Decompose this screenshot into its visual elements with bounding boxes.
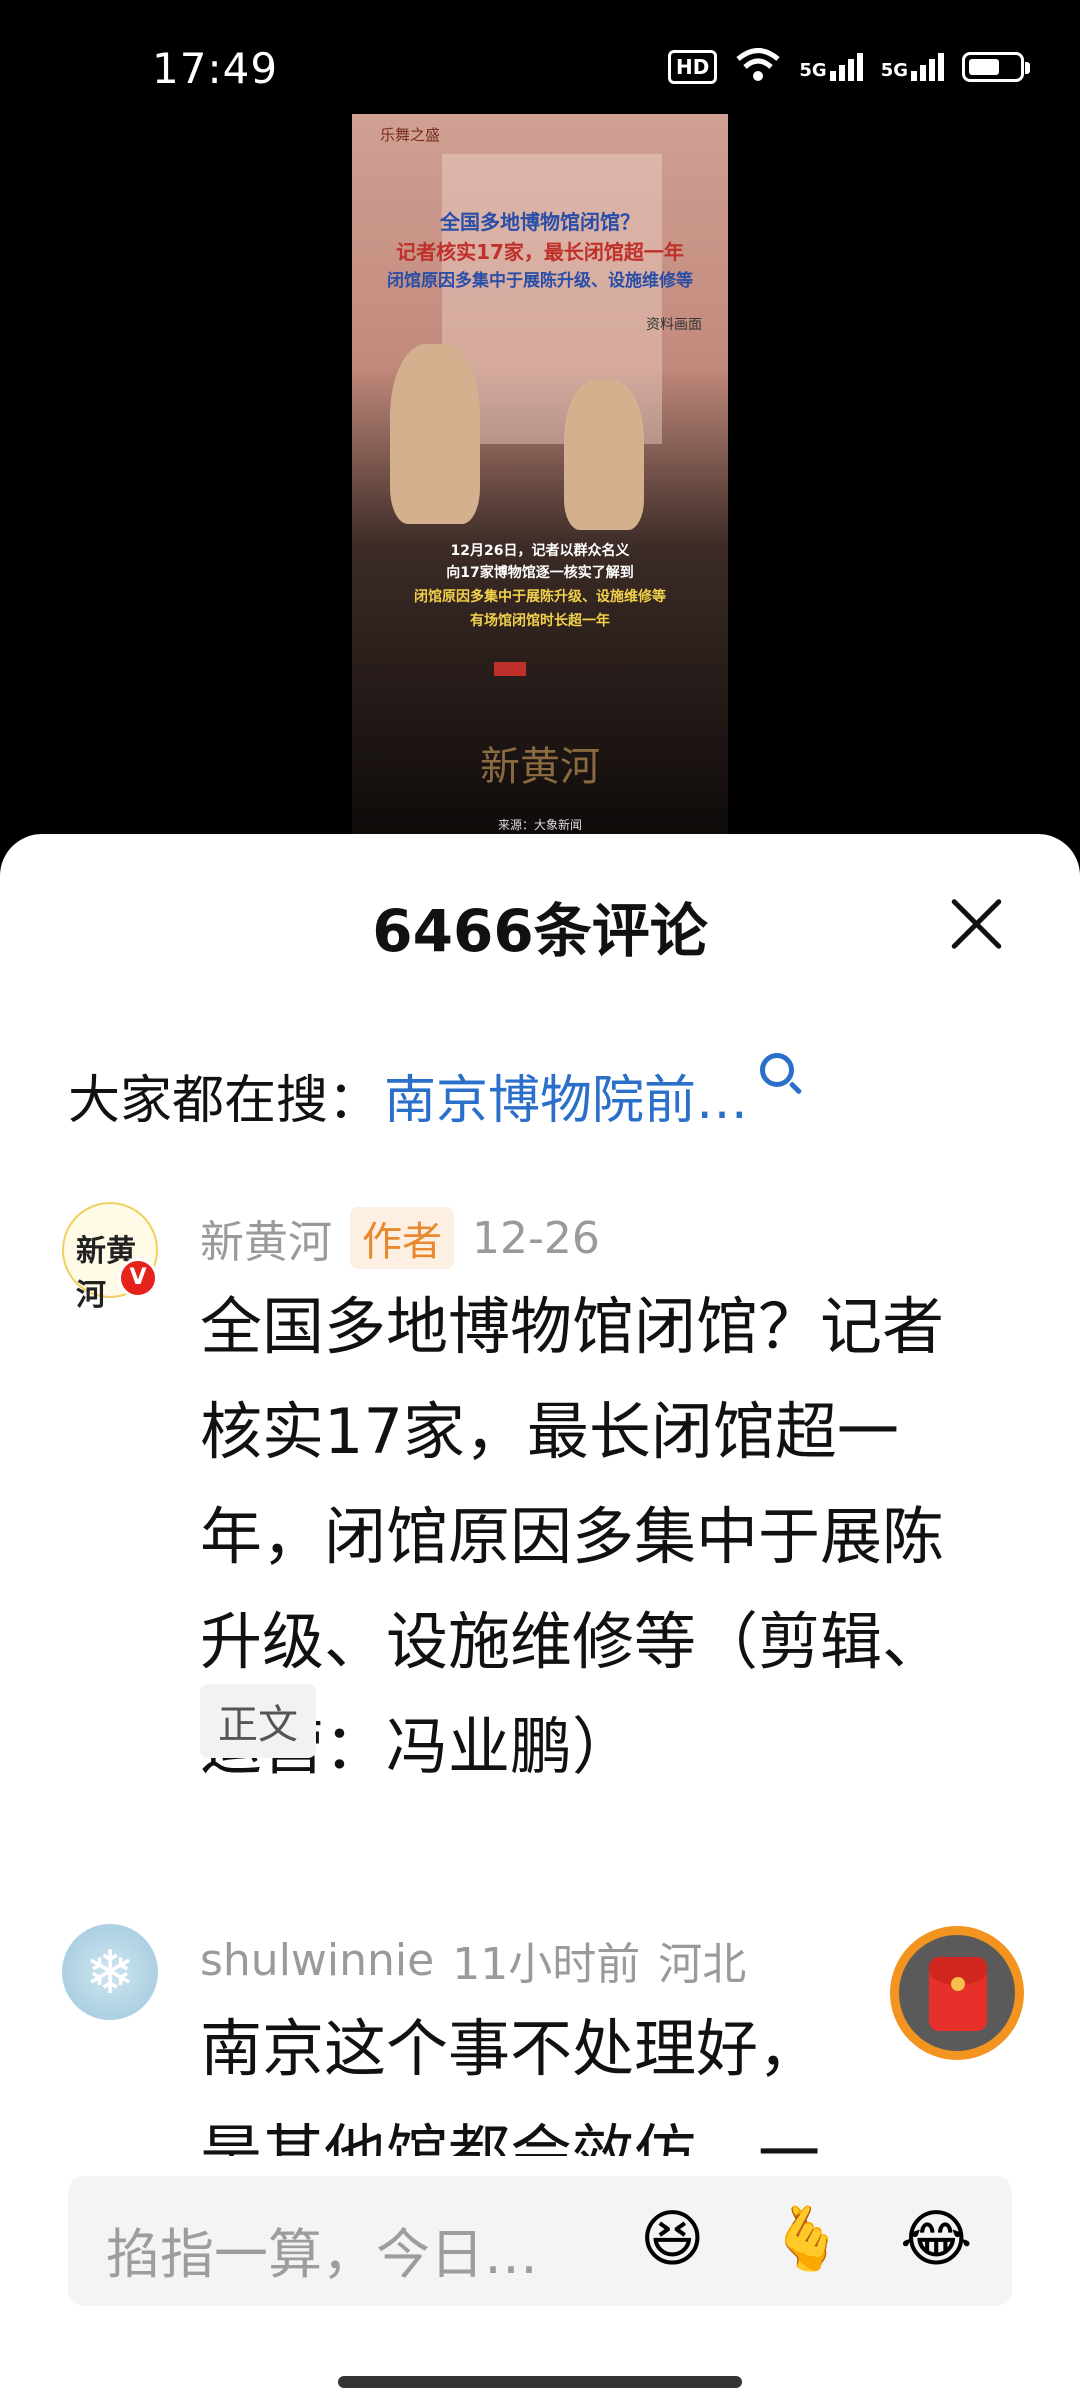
status-icons: HD 5G 5G [668, 48, 1030, 86]
video-title-line1: 全国多地博物馆闭馆？ [440, 210, 640, 234]
red-envelope-icon [929, 1957, 987, 2031]
figurine-left [390, 344, 480, 524]
trending-search-label: 大家都在搜： [68, 1071, 381, 1131]
comment-username[interactable]: shulwinnie [200, 1935, 434, 1986]
battery-icon [962, 52, 1030, 82]
video-source-note: 资料画面 [646, 317, 702, 333]
red-packet-button[interactable] [890, 1926, 1024, 2060]
figurine-right [564, 380, 644, 530]
comment-input[interactable]: 掐指一算，今日… 😆 🫰 😂 [68, 2176, 1012, 2306]
video-logo: 新黄河 [480, 744, 600, 790]
body-tag[interactable]: 正文 [200, 1684, 316, 1758]
comments-count-title: 6466条评论 [372, 897, 708, 965]
home-indicator[interactable] [338, 2376, 742, 2388]
comment-text[interactable]: 南京这个事不处理好，是其他馆都会效仿，一是 [200, 1996, 840, 2156]
comment-location: 河北 [658, 1939, 747, 1990]
tears-of-joy-emoji-icon[interactable]: 😂 [900, 2204, 972, 2274]
close-icon[interactable] [946, 894, 1006, 954]
avatar[interactable]: 新黄河 V [62, 1202, 158, 1313]
comment-date: 12-26 [472, 1212, 600, 1264]
wifi-icon [735, 48, 781, 86]
video-title-line3: 闭馆原因多集中于展陈升级、设施维修等 [387, 271, 693, 291]
laughing-emoji-icon[interactable]: 😆 [640, 2204, 705, 2274]
comments-sheet: 6466条评论 大家都在搜： 南京博物院前… 新黄河 V 新黄河 作者 12-2… [0, 834, 1080, 2400]
video-caption-line4: 有场馆闭馆时长超一年 [470, 613, 610, 629]
signal-5g-icon-2: 5G [881, 53, 944, 81]
avatar[interactable]: ❄ [62, 1924, 158, 2020]
author-badge: 作者 [350, 1207, 454, 1269]
comment-input-placeholder: 掐指一算，今日… [106, 2223, 538, 2286]
comment-username[interactable]: 新黄河 [200, 1206, 332, 1270]
video-caption-line1: 12月26日，记者以群众名义 [450, 543, 630, 559]
comment-meta: shulwinnie 11小时前 河北 [200, 1928, 746, 1992]
exhibit-plaque [494, 662, 526, 676]
comment-text[interactable]: 全国多地博物馆闭馆？记者核实17家，最长闭馆超一年，闭馆原因多集中于展陈升级、设… [200, 1274, 990, 1799]
trending-search[interactable]: 大家都在搜： 南京博物院前… [68, 1052, 795, 1133]
trending-search-query[interactable]: 南京博物院前… [384, 1058, 748, 1133]
status-time: 17:49 [152, 44, 279, 93]
exhibit-tag: 乐舞之盛 [380, 126, 441, 144]
video-title-line2: 记者核实17家，最长闭馆超一年 [396, 240, 684, 264]
search-icon[interactable] [760, 1052, 795, 1087]
signal-5g-icon-1: 5G [799, 53, 863, 81]
comment-meta: 新黄河 作者 12-26 [200, 1206, 600, 1270]
video-caption-line3: 闭馆原因多集中于展陈升级、设施维修等 [414, 589, 666, 605]
finger-heart-emoji-icon[interactable]: 🫰 [768, 2204, 845, 2274]
video-caption-line2: 向17家博物馆逐一核实了解到 [446, 565, 634, 581]
video-source: 来源：大象新闻 [497, 818, 582, 832]
snowflake-icon: ❄ [84, 1938, 136, 2008]
comment-time: 11小时前 [452, 1939, 641, 1990]
verified-icon: V [118, 1258, 158, 1298]
video-player[interactable]: 乐舞之盛 全国多地博物馆闭馆？ 记者核实17家，最长闭馆超一年 闭馆原因多集中于… [352, 114, 728, 834]
hd-voice-icon: HD [668, 50, 718, 84]
